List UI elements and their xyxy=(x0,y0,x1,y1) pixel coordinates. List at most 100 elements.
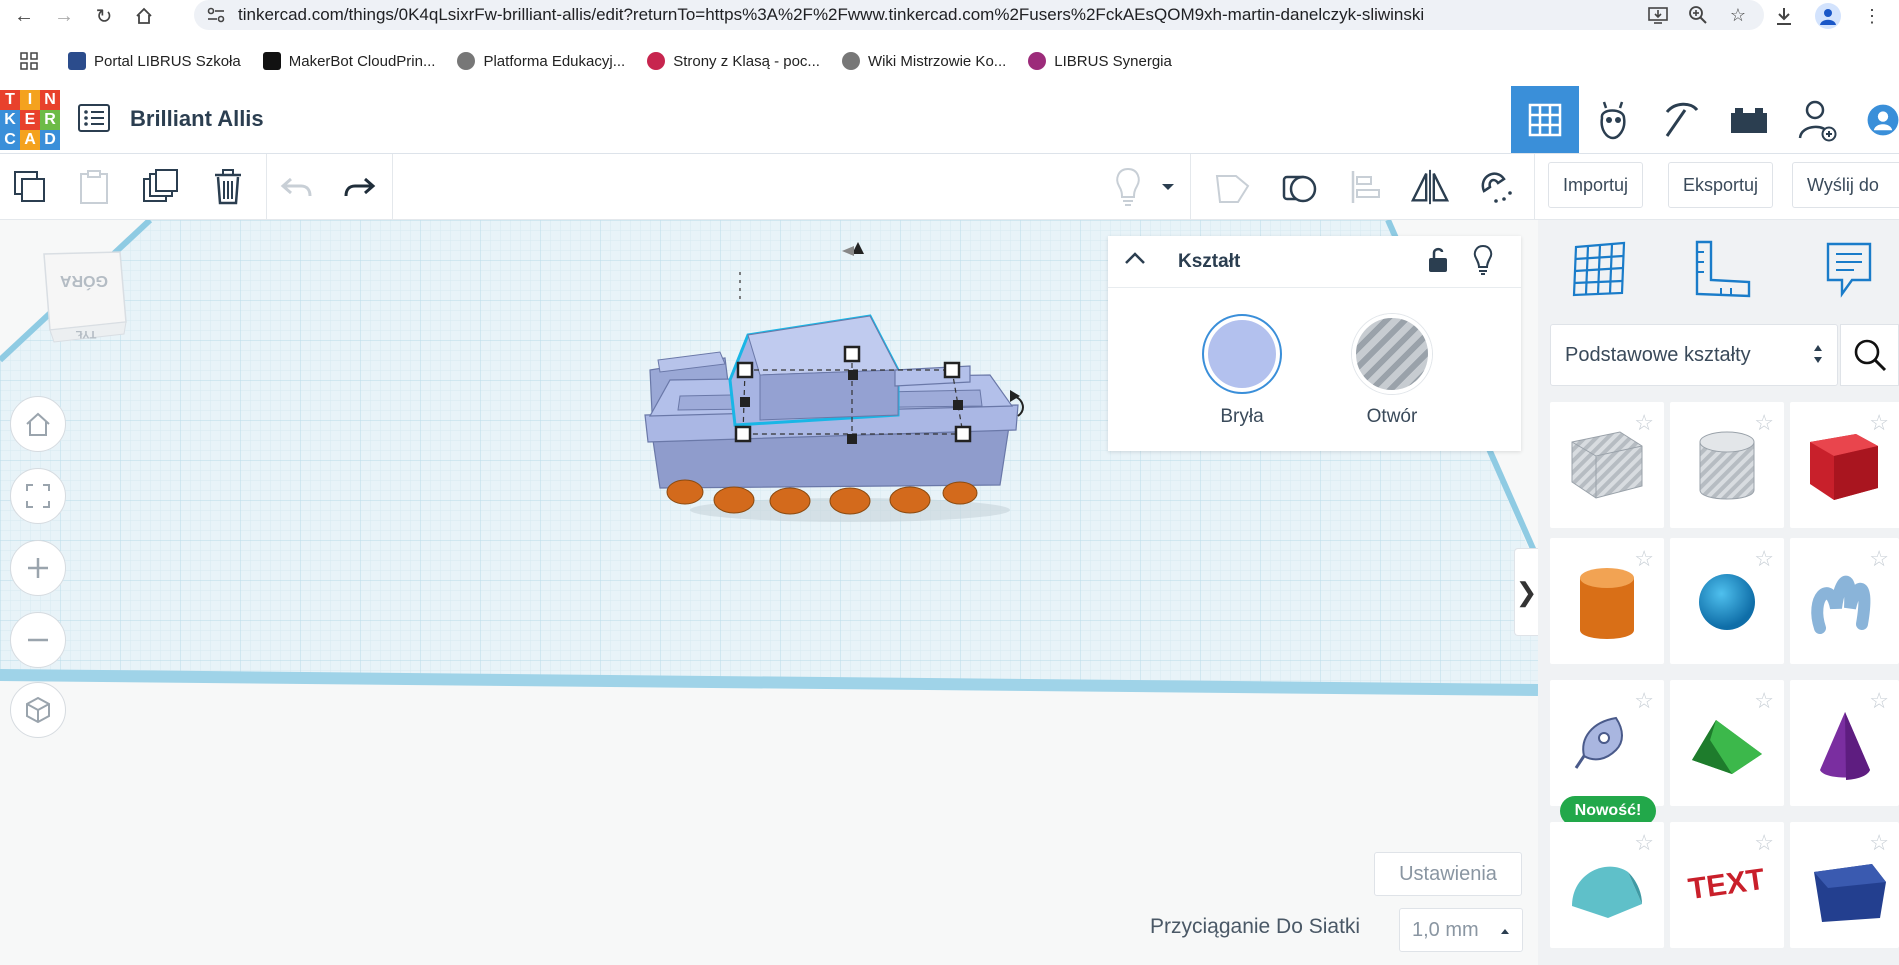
settings-button[interactable]: Ustawienia xyxy=(1374,852,1522,896)
favorite-star-icon[interactable]: ☆ xyxy=(1869,546,1889,572)
apps-icon[interactable] xyxy=(20,52,38,70)
circuits-icon[interactable] xyxy=(1579,86,1647,153)
bookmark-platforma[interactable]: Platforma Edukacyj... xyxy=(457,52,625,70)
install-app-icon[interactable] xyxy=(1647,4,1669,26)
reload-icon[interactable]: ↻ xyxy=(84,0,124,32)
perspective-icon[interactable] xyxy=(10,682,66,738)
shape-round-roof[interactable]: ☆ xyxy=(1550,822,1664,948)
shape-box[interactable]: ☆ xyxy=(1790,402,1899,528)
search-shapes-button[interactable] xyxy=(1840,324,1899,386)
downloads-icon[interactable] xyxy=(1773,5,1795,27)
align-icon[interactable] xyxy=(1346,166,1386,208)
shape-sphere[interactable]: ☆ xyxy=(1670,538,1784,664)
snap-grid-label: Przyciąganie Do Siatki xyxy=(1150,915,1361,938)
3d-design-view-icon[interactable] xyxy=(1511,86,1579,153)
import-button[interactable]: Importuj xyxy=(1548,162,1644,208)
user-avatar[interactable] xyxy=(1851,86,1899,153)
send-to-button[interactable]: Wyślij do xyxy=(1792,162,1899,208)
cruise-magnet-icon[interactable] xyxy=(1476,166,1516,208)
favorite-star-icon[interactable]: ☆ xyxy=(1754,410,1774,436)
globe-icon xyxy=(457,52,476,70)
bookmark-star-icon[interactable]: ☆ xyxy=(1727,4,1749,26)
favorite-star-icon[interactable]: ☆ xyxy=(1634,410,1654,436)
unlock-icon[interactable] xyxy=(1426,246,1450,279)
shape-box-hole[interactable]: ☆ xyxy=(1550,402,1664,528)
favorite-star-icon[interactable]: ☆ xyxy=(1634,546,1654,572)
ruler-icon[interactable] xyxy=(1692,238,1754,300)
url-bar[interactable]: tinkercad.com/things/0K4qLsixrFw-brillia… xyxy=(194,0,1764,30)
view-cube[interactable]: GÓRA TYŁ xyxy=(36,248,132,348)
redo-icon[interactable] xyxy=(340,166,380,208)
back-icon[interactable]: ← xyxy=(4,0,44,32)
shape-box-wedge[interactable]: ☆ xyxy=(1790,822,1899,948)
zoom-in-icon[interactable] xyxy=(10,540,66,596)
shape-cylinder-hole[interactable]: ☆ xyxy=(1670,402,1784,528)
favorite-star-icon[interactable]: ☆ xyxy=(1869,688,1889,714)
shape-library-label: Podstawowe kształty xyxy=(1565,343,1751,366)
delete-icon[interactable] xyxy=(208,166,248,208)
design-list-icon[interactable] xyxy=(76,100,112,136)
bookmark-strony[interactable]: Strony z Klasą - poc... xyxy=(647,52,820,70)
inspector-title: Kształt xyxy=(1178,251,1241,272)
export-button[interactable]: Eksportuj xyxy=(1668,162,1774,208)
favorite-star-icon[interactable]: ☆ xyxy=(1754,688,1774,714)
fit-view-icon[interactable] xyxy=(10,468,66,524)
favorite-star-icon[interactable]: ☆ xyxy=(1754,546,1774,572)
shape-inspector: Kształt Bryła Otwór xyxy=(1108,236,1521,451)
copy-icon[interactable] xyxy=(10,166,50,208)
workplane-canvas[interactable]: GÓRA TYŁ Kształt Bryła Otwór Ustawienia … xyxy=(0,220,1538,965)
collapse-chevron-icon[interactable] xyxy=(1124,250,1146,271)
paste-icon[interactable] xyxy=(74,166,114,208)
menu-icon[interactable]: ⋮ xyxy=(1861,5,1883,27)
add-user-icon[interactable] xyxy=(1783,86,1851,153)
profile-icon[interactable] xyxy=(1815,3,1841,29)
bookmark-makerbot[interactable]: MakerBot CloudPrin... xyxy=(262,52,435,70)
favorite-star-icon[interactable]: ☆ xyxy=(1869,410,1889,436)
bookmark-librus-portal[interactable]: Portal LIBRUS Szkoła xyxy=(68,52,241,70)
strony-icon xyxy=(647,52,666,70)
design-title[interactable]: Brilliant Allis xyxy=(130,106,264,132)
favorite-star-icon[interactable]: ☆ xyxy=(1634,688,1654,714)
group-icon[interactable] xyxy=(1213,166,1253,208)
bookmark-librus-synergia[interactable]: LIBRUS Synergia xyxy=(1028,52,1172,70)
bookmark-wiki[interactable]: Wiki Mistrzowie Ko... xyxy=(841,52,1006,70)
tank-model[interactable] xyxy=(630,220,1050,550)
site-settings-icon[interactable] xyxy=(206,6,226,24)
chevron-down-icon[interactable] xyxy=(1156,166,1180,208)
shape-cone[interactable]: ☆ xyxy=(1790,680,1899,806)
shape-cylinder[interactable]: ☆ xyxy=(1550,538,1664,664)
duplicate-icon[interactable] xyxy=(140,166,180,208)
home-icon[interactable] xyxy=(124,0,164,32)
tinkercad-logo[interactable]: T I N K E R C A D xyxy=(0,90,60,150)
shape-text[interactable]: ☆ TEXT xyxy=(1670,822,1784,948)
undo-icon[interactable] xyxy=(276,166,316,208)
favorite-star-icon[interactable]: ☆ xyxy=(1754,830,1774,856)
shape-scribble[interactable]: ☆ xyxy=(1790,538,1899,664)
shape-generator[interactable]: ☆ Nowość! xyxy=(1550,680,1664,826)
mirror-icon[interactable] xyxy=(1410,166,1450,208)
favorite-star-icon[interactable]: ☆ xyxy=(1869,830,1889,856)
solid-label: Bryła xyxy=(1220,406,1264,427)
pickaxe-icon[interactable] xyxy=(1647,86,1715,153)
shape-roof[interactable]: ☆ xyxy=(1670,680,1784,806)
bricks-icon[interactable] xyxy=(1715,86,1783,153)
logo-letter: T xyxy=(0,90,20,110)
solid-color-swatch[interactable] xyxy=(1202,314,1282,394)
collapse-panel-button[interactable]: ❯ xyxy=(1514,548,1538,636)
shape-library-select[interactable]: Podstawowe kształty xyxy=(1550,324,1838,386)
zoom-icon[interactable] xyxy=(1687,4,1709,26)
snap-grid-select[interactable]: 1,0 mm xyxy=(1399,908,1523,952)
favorite-star-icon[interactable]: ☆ xyxy=(1634,830,1654,856)
home-view-icon[interactable] xyxy=(10,396,66,452)
zoom-out-icon[interactable] xyxy=(10,612,66,668)
notes-icon[interactable] xyxy=(1818,238,1880,300)
hole-label: Otwór xyxy=(1366,406,1418,427)
hole-swatch[interactable] xyxy=(1352,314,1432,394)
ungroup-icon[interactable] xyxy=(1280,166,1320,208)
lightbulb-icon[interactable] xyxy=(1108,166,1148,208)
logo-letter: I xyxy=(20,90,40,110)
forward-icon[interactable]: → xyxy=(44,0,84,32)
workplane-grid-icon[interactable] xyxy=(1568,238,1630,300)
logo-letter: R xyxy=(40,110,60,130)
hide-lightbulb-icon[interactable] xyxy=(1472,244,1494,281)
